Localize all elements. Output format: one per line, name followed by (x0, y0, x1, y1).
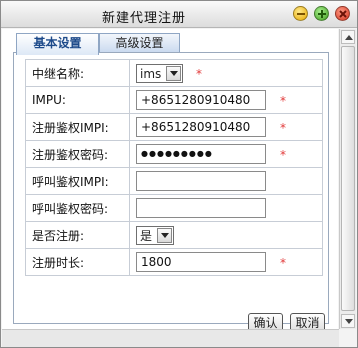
chevron-down-icon (345, 319, 353, 324)
maximize-button[interactable] (314, 6, 329, 21)
required-mark: * (280, 94, 286, 108)
relay-name-label: 中继名称: (25, 59, 130, 87)
call-impi-label: 呼叫鉴权IMPI: (25, 167, 130, 195)
minimize-icon (297, 13, 305, 15)
relay-name-select[interactable]: ims (136, 63, 183, 83)
form-row-call-password: 呼叫鉴权密码: (25, 194, 323, 222)
register-password-input[interactable]: ●●●●●●●●● (136, 144, 266, 164)
horizontal-scrollbar[interactable] (2, 329, 339, 347)
vertical-scrollbar[interactable] (339, 29, 356, 329)
form-row-register-password: 注册鉴权密码: ●●●●●●●●● * (25, 140, 323, 168)
enable-register-select[interactable]: 是 (136, 225, 174, 245)
scroll-up-button[interactable] (341, 30, 355, 44)
required-mark: * (196, 67, 202, 81)
tab-basic-settings[interactable]: 基本设置 (16, 33, 99, 55)
chevron-down-icon (161, 232, 169, 238)
form-row-relay-name: 中继名称: ims * (25, 59, 323, 87)
window-title: 新建代理注册 (101, 11, 186, 26)
register-duration-label: 注册时长: (25, 248, 130, 276)
register-impi-label: 注册鉴权IMPI: (25, 113, 130, 141)
form-row-impu: IMPU: +8651280910480 * (25, 86, 323, 114)
dropdown-arrow-button[interactable] (166, 65, 181, 81)
scroll-thumb[interactable] (341, 46, 355, 311)
minimize-button[interactable] (293, 6, 308, 21)
dialog-window: 新建代理注册 基本设置 高级设置 中继名称: ims * IMPU: +8651… (0, 0, 358, 348)
relay-name-value: ims (140, 66, 162, 81)
impu-input[interactable]: +8651280910480 (136, 90, 266, 110)
maximize-icon (318, 10, 326, 18)
chevron-up-icon (345, 35, 353, 40)
dropdown-arrow-button[interactable] (157, 227, 172, 243)
call-password-label: 呼叫鉴权密码: (25, 194, 130, 222)
required-mark: * (280, 256, 286, 270)
form-row-register-impi: 注册鉴权IMPI: +8651280910480 * (25, 113, 323, 141)
call-impi-input[interactable] (136, 171, 266, 191)
form-row-register-duration: 注册时长: 1800 * (25, 248, 323, 276)
title-bar[interactable]: 新建代理注册 (1, 1, 357, 28)
close-button[interactable] (335, 6, 350, 21)
enable-register-label: 是否注册: (25, 221, 130, 249)
call-password-input[interactable] (136, 198, 266, 218)
scroll-down-button[interactable] (341, 314, 355, 328)
close-icon (339, 10, 347, 18)
register-impi-input[interactable]: +8651280910480 (136, 117, 266, 137)
registration-form: 中继名称: ims * IMPU: +8651280910480 * 注册鉴权I… (25, 59, 323, 276)
register-password-label: 注册鉴权密码: (25, 140, 130, 168)
required-mark: * (280, 121, 286, 135)
form-row-enable-register: 是否注册: 是 (25, 221, 323, 249)
tab-advanced-settings[interactable]: 高级设置 (99, 33, 180, 53)
form-row-call-impi: 呼叫鉴权IMPI: (25, 167, 323, 195)
register-duration-input[interactable]: 1800 (136, 252, 266, 272)
enable-register-value: 是 (140, 228, 153, 243)
required-mark: * (280, 148, 286, 162)
chevron-down-icon (170, 70, 178, 76)
impu-label: IMPU: (25, 86, 130, 114)
